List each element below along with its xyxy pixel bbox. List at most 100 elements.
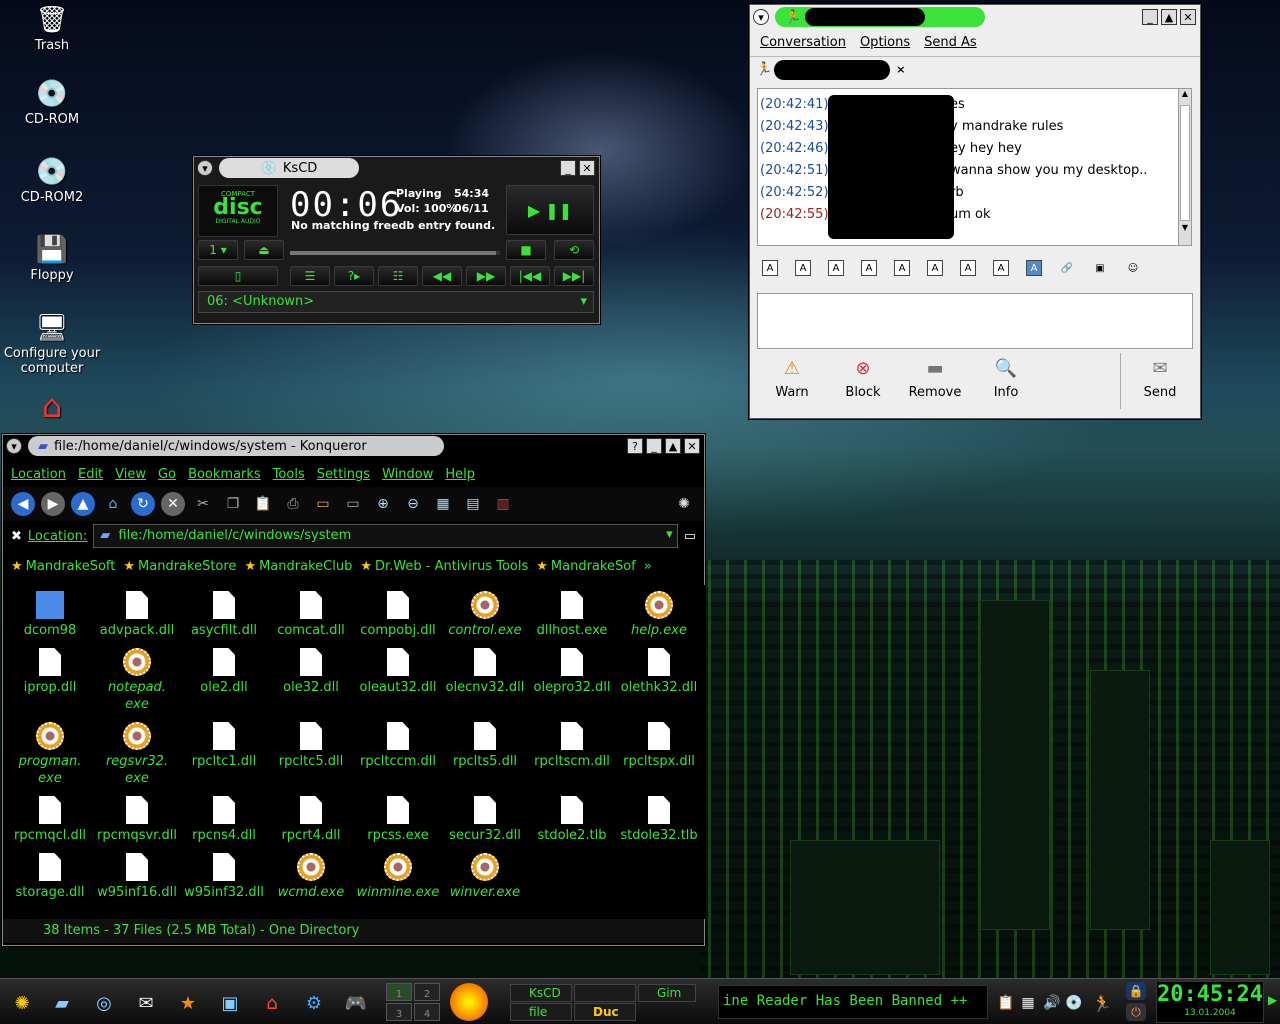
kde-menu-icon[interactable]: ✺	[6, 987, 38, 1019]
close-button[interactable]: ✕	[1180, 9, 1196, 25]
gamepad-icon[interactable]: 🎮	[340, 987, 372, 1019]
file-item[interactable]: rpclts5.dll	[440, 722, 530, 770]
gaim-tray-icon[interactable]: 🏃	[1090, 987, 1114, 1019]
forward-icon[interactable]: ▶	[41, 492, 65, 516]
scroll-thumb[interactable]	[1180, 105, 1190, 221]
rewind-button[interactable]: ◀◀	[422, 266, 462, 286]
close-button[interactable]: ✕	[579, 160, 595, 176]
zoom-out-icon[interactable]: ⊖	[401, 492, 425, 516]
playlist-button[interactable]: ☷	[378, 266, 418, 286]
taskbar-button[interactable]: KsCD	[510, 984, 572, 1002]
kscd-titlebar[interactable]: ▾ 💿 KsCD _ ✕	[194, 157, 599, 179]
pager-desktop-2[interactable]: 2	[414, 983, 440, 1001]
smiley-icon[interactable]: ☺	[1125, 260, 1141, 276]
menu-help[interactable]: Help	[445, 467, 475, 482]
calendar-icon[interactable]: ▦	[1018, 987, 1038, 1019]
stop-icon[interactable]: ✕	[161, 492, 185, 516]
file-item[interactable]: regsvr32. exe	[92, 722, 182, 787]
file-item[interactable]: ole2.dll	[179, 648, 269, 696]
file-item[interactable]: oleaut32.dll	[353, 648, 443, 696]
pager-desktop-4[interactable]: 4	[414, 1003, 440, 1021]
info-button[interactable]: 🔍 Info	[976, 357, 1036, 401]
desktop-icon[interactable]: 💿 CD-ROM2	[0, 156, 104, 205]
desktop-icon[interactable]: ⌂	[0, 387, 104, 425]
format-button[interactable]: A	[762, 260, 778, 276]
clear-icon[interactable]: ▭	[684, 529, 696, 544]
file-item[interactable]: rpcltccm.dll	[353, 722, 443, 770]
file-item[interactable]: rpcltscm.dll	[527, 722, 617, 770]
file-item[interactable]: storage.dll	[5, 853, 95, 901]
bookmarks-overflow-button[interactable]: »	[644, 559, 652, 574]
send-button[interactable]: ✉ Send	[1130, 357, 1190, 401]
help-button[interactable]: ?	[627, 438, 643, 454]
clipboard-icon[interactable]: 📋	[996, 987, 1016, 1019]
file-item[interactable]: w95inf32.dll	[179, 853, 269, 901]
sun-icon[interactable]	[450, 983, 488, 1021]
warn-button[interactable]: ⚠ Warn	[762, 357, 822, 401]
gaim-menu-conversation[interactable]: Conversation	[760, 35, 846, 50]
gaim-titlebar[interactable]: ▾ 🏃 _ ▲ ✕	[750, 5, 1200, 29]
file-item[interactable]: rpcltc5.dll	[266, 722, 356, 770]
format-button[interactable]: A	[894, 260, 910, 276]
news-ticker[interactable]: ine Reader Has Been Banned ++	[718, 985, 988, 1019]
file-item[interactable]: dcom98	[5, 591, 95, 639]
zoom-in-icon[interactable]: ⊕	[371, 492, 395, 516]
up-icon[interactable]: ▲	[71, 492, 95, 516]
window-menu-button[interactable]: ▾	[6, 438, 22, 454]
desktop-icon[interactable]: 💾 Floppy	[0, 234, 104, 283]
file-item[interactable]: help.exe	[614, 591, 704, 639]
menu-window[interactable]: Window	[382, 467, 433, 482]
close-button[interactable]: ✕	[684, 438, 700, 454]
copy-icon[interactable]: ❐	[221, 492, 245, 516]
cd-icon[interactable]: 💿	[1064, 987, 1084, 1019]
menu-settings[interactable]: Settings	[317, 467, 370, 482]
menu-location[interactable]: Location	[11, 467, 66, 482]
track-select-button[interactable]: 1 ▾	[198, 240, 238, 260]
file-item[interactable]: secur32.dll	[440, 796, 530, 844]
format-button[interactable]: A	[927, 260, 943, 276]
file-item[interactable]: winver.exe	[440, 853, 530, 901]
paste-icon[interactable]: 📋	[251, 492, 275, 516]
file-item[interactable]: progman. exe	[5, 722, 95, 787]
konqueror-titlebar[interactable]: ▾ ▰ file:/home/daniel/c/windows/system -…	[3, 435, 704, 457]
file-item[interactable]: notepad. exe	[92, 648, 182, 713]
file-item[interactable]: stdole32.tlb	[614, 796, 704, 844]
cddb-button[interactable]: ☰	[290, 266, 330, 286]
info-button[interactable]: ▯	[198, 266, 278, 286]
format-button[interactable]: A	[1026, 260, 1042, 276]
format-button[interactable]: A	[861, 260, 877, 276]
file-item[interactable]: ole32.dll	[266, 648, 356, 696]
image-icon[interactable]: ▣	[1092, 260, 1108, 276]
chat-scrollbar[interactable]: ▲ ▼	[1178, 88, 1192, 246]
desktop-icon[interactable]: 🗑 Trash	[0, 4, 104, 53]
reload-icon[interactable]: ↻	[131, 492, 155, 516]
file-item[interactable]: rpcrt4.dll	[266, 796, 356, 844]
konqueror-gear-icon[interactable]: ✺	[672, 492, 696, 516]
eject-button[interactable]: ⏏	[244, 240, 284, 260]
stop-button[interactable]: ■	[506, 240, 546, 260]
file-item[interactable]: control.exe	[440, 591, 530, 639]
file-item[interactable]: olecnv32.dll	[440, 648, 530, 696]
file-item[interactable]: asycfilt.dll	[179, 591, 269, 639]
file-item[interactable]: rpcltc1.dll	[179, 722, 269, 770]
bookmark-item[interactable]: ★ MandrakeSof	[536, 559, 636, 574]
cut-icon[interactable]: ✂	[191, 492, 215, 516]
icon-view-icon[interactable]: ▦	[431, 492, 455, 516]
menu-tools[interactable]: Tools	[273, 467, 305, 482]
menu-go[interactable]: Go	[158, 467, 176, 482]
menu-bookmarks[interactable]: Bookmarks	[188, 467, 261, 482]
format-button[interactable]: A	[960, 260, 976, 276]
panel-hide-arrow-icon[interactable]: ▶	[1268, 993, 1277, 1007]
home-icon[interactable]: ⌂	[101, 492, 125, 516]
scroll-up-icon[interactable]: ▲	[1179, 89, 1191, 103]
window-menu-button[interactable]: ▾	[753, 9, 769, 25]
play-pause-button[interactable]: ▶ ❚❚	[506, 185, 594, 235]
maximize-button[interactable]: ▲	[1161, 9, 1177, 25]
track-title-field[interactable]: 06: <Unknown> ▾	[198, 291, 594, 313]
menu-view[interactable]: View	[115, 467, 146, 482]
minimize-button[interactable]: _	[560, 160, 576, 176]
file-item[interactable]: rpcmqcl.dll	[5, 796, 95, 844]
taskbar-button[interactable]	[574, 984, 636, 1002]
clock[interactable]: 20:45:24 13.01.2004	[1156, 981, 1264, 1023]
maximize-button[interactable]: ▲	[665, 438, 681, 454]
